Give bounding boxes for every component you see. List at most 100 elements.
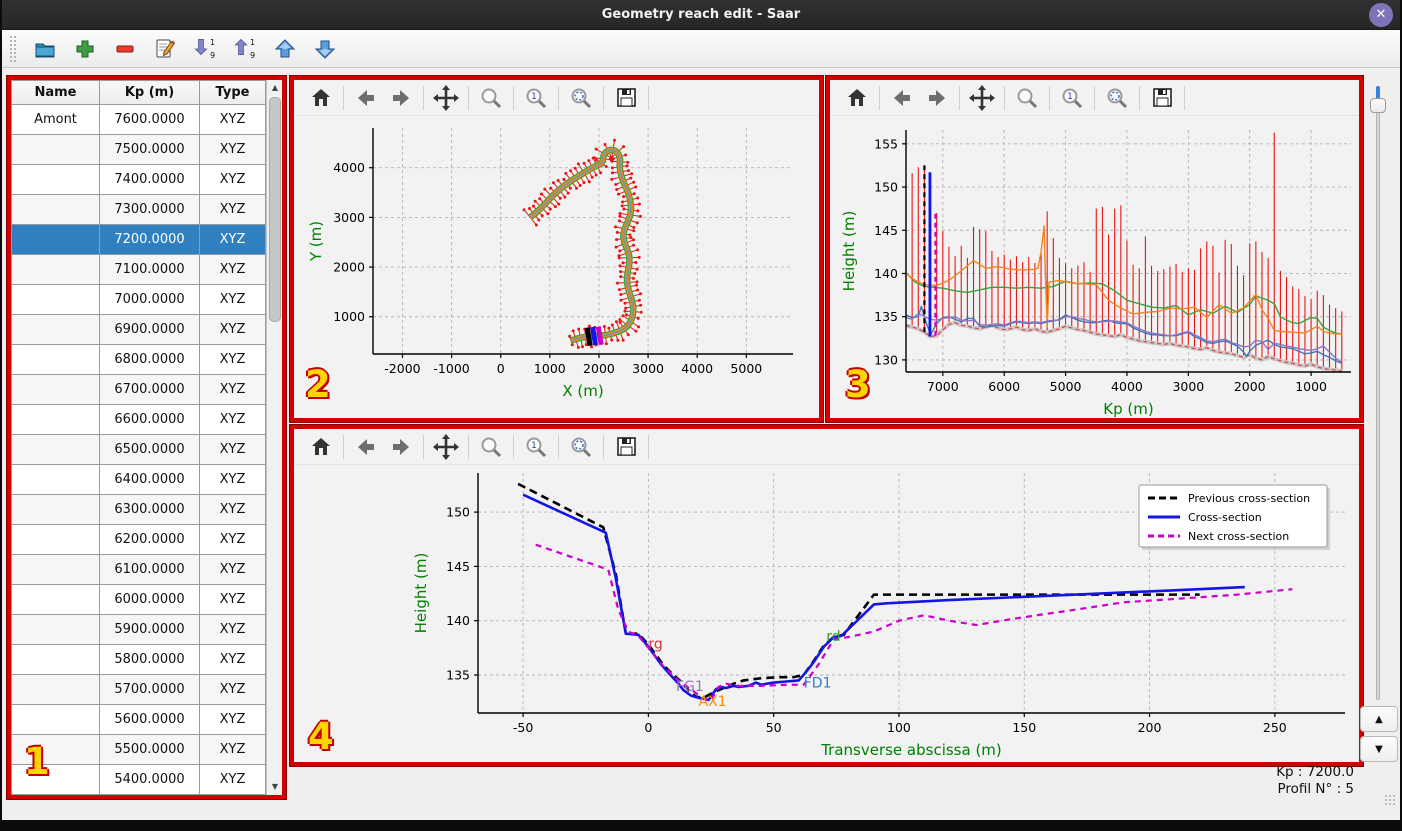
toolbar-separator: [513, 85, 514, 110]
pan-icon[interactable]: [433, 433, 459, 460]
table-row[interactable]: 6500.0000 XYZ: [11, 434, 266, 465]
back-icon[interactable]: [353, 85, 379, 111]
svg-text:FG1: FG1: [676, 679, 704, 695]
toolbar-separator: [648, 434, 649, 459]
toolbar-separator: [558, 85, 559, 110]
forward-icon[interactable]: [924, 85, 950, 111]
toolbar-separator: [1184, 85, 1185, 110]
profile-down-button[interactable]: ▼: [1360, 736, 1398, 762]
back-icon[interactable]: [353, 434, 379, 460]
zoom-icon[interactable]: [478, 434, 504, 460]
svg-text:2000: 2000: [1234, 379, 1266, 394]
kp-profile-plot[interactable]: 7000 6000 5000 4000 3000 2000 1000 130 135 140 145…: [830, 116, 1359, 418]
sort-ascending-icon[interactable]: 19: [232, 36, 258, 62]
status-kp: Kp : 7200.0: [1276, 764, 1354, 780]
svg-text:150: 150: [874, 180, 898, 195]
scrollbar-thumb[interactable]: [269, 97, 281, 322]
svg-text:4000: 4000: [1111, 379, 1143, 394]
profile-up-button[interactable]: ▲: [1360, 706, 1398, 732]
open-folder-icon[interactable]: [32, 36, 58, 62]
slider-handle[interactable]: [1370, 98, 1386, 113]
save-icon[interactable]: [613, 434, 639, 460]
table-row[interactable]: 7500.0000 XYZ: [11, 134, 266, 165]
table-row[interactable]: 5700.0000 XYZ: [11, 674, 266, 705]
svg-text:2000: 2000: [333, 260, 365, 275]
toolbar-separator: [343, 434, 344, 459]
home-icon[interactable]: [844, 85, 870, 111]
slider-groove[interactable]: [1376, 86, 1380, 700]
table-row[interactable]: 7200.0000 XYZ: [11, 224, 266, 255]
cross-section-plot-panel: 1 rg FG1 AX1 FD1 rd Previous cross-section Cro…: [289, 424, 1364, 767]
home-icon[interactable]: [308, 434, 334, 460]
table-row[interactable]: 5600.0000 XYZ: [11, 704, 266, 735]
home-icon[interactable]: [308, 85, 334, 111]
toolbar-separator: [603, 434, 604, 459]
toolbar-separator: [558, 434, 559, 459]
table-row[interactable]: 6200.0000 XYZ: [11, 524, 266, 555]
table-row[interactable]: 6800.0000 XYZ: [11, 344, 266, 375]
svg-text:130: 130: [874, 352, 898, 367]
remove-icon[interactable]: [112, 36, 138, 62]
cross-section-plot[interactable]: rg FG1 AX1 FD1 rd Previous cross-section Cross…: [294, 465, 1359, 762]
close-icon[interactable]: ✕: [1369, 3, 1393, 27]
column-header-type[interactable]: Type: [199, 80, 266, 105]
svg-text:1: 1: [531, 92, 537, 102]
svg-text:rd: rd: [826, 629, 840, 645]
scroll-down-icon[interactable]: ▼: [268, 780, 282, 794]
status-profile-number: Profil N° : 5: [1277, 781, 1354, 797]
svg-text:1: 1: [210, 38, 215, 47]
cross-section-table[interactable]: Name Kp (m) Type Amont 7600.0000 XYZ 7500.0…: [11, 80, 266, 795]
zoom-icon[interactable]: [1014, 85, 1040, 111]
svg-text:9: 9: [250, 51, 255, 60]
table-row[interactable]: 6700.0000 XYZ: [11, 374, 266, 405]
toolbar-grip-icon[interactable]: [10, 35, 16, 62]
reach-map-plot[interactable]: -2000 -1000 0 1000 2000 3000 4000 5000 1000 2000 3…: [294, 116, 819, 418]
table-row[interactable]: 5300.0000XYZ: [11, 794, 266, 795]
forward-icon[interactable]: [388, 434, 414, 460]
table-row[interactable]: 7000.0000 XYZ: [11, 284, 266, 315]
save-icon[interactable]: [613, 85, 639, 111]
svg-text:155: 155: [874, 136, 898, 151]
pan-icon[interactable]: [433, 84, 459, 111]
svg-text:1000: 1000: [333, 309, 365, 324]
edit-icon[interactable]: [152, 36, 178, 62]
table-row[interactable]: 6300.0000 XYZ: [11, 494, 266, 525]
table-row[interactable]: 6100.0000 XYZ: [11, 554, 266, 585]
table-row[interactable]: 6400.0000 XYZ: [11, 464, 266, 495]
move-down-icon[interactable]: [312, 36, 338, 62]
svg-text:1: 1: [1067, 92, 1073, 102]
table-row[interactable]: 7300.0000 XYZ: [11, 194, 266, 225]
table-scrollbar[interactable]: ▲ ▼: [266, 80, 282, 795]
table-viewport: Name Kp (m) Type Amont 7600.0000 XYZ 7500.0…: [11, 80, 266, 795]
zoom-icon[interactable]: [478, 85, 504, 111]
table-row[interactable]: 6600.0000 XYZ: [11, 404, 266, 435]
table-row[interactable]: 7100.0000 XYZ: [11, 254, 266, 285]
zoom-selection-icon[interactable]: [568, 85, 594, 111]
save-icon[interactable]: [1149, 85, 1175, 111]
table-row[interactable]: 6900.0000 XYZ: [11, 314, 266, 345]
add-icon[interactable]: [72, 36, 98, 62]
table-row[interactable]: 5800.0000 XYZ: [11, 644, 266, 675]
table-row[interactable]: Amont 7600.0000 XYZ: [11, 104, 266, 135]
column-header-kp[interactable]: Kp (m): [99, 80, 200, 105]
svg-text:140: 140: [446, 613, 470, 628]
scroll-up-icon[interactable]: ▲: [268, 81, 282, 95]
sort-descending-icon[interactable]: 19: [192, 36, 218, 62]
forward-icon[interactable]: [388, 85, 414, 111]
zoom-one-icon[interactable]: 1: [523, 434, 549, 460]
table-row[interactable]: 5900.0000 XYZ: [11, 614, 266, 645]
pan-icon[interactable]: [969, 84, 995, 111]
zoom-one-icon[interactable]: 1: [1059, 85, 1085, 111]
back-icon[interactable]: [889, 85, 915, 111]
profile-position-slider[interactable]: [1370, 86, 1386, 700]
zoom-selection-icon[interactable]: [568, 434, 594, 460]
zoom-one-icon[interactable]: 1: [523, 85, 549, 111]
zoom-selection-icon[interactable]: [1104, 85, 1130, 111]
column-header-name[interactable]: Name: [11, 80, 100, 105]
resize-grip[interactable]: [1384, 794, 1396, 806]
svg-text:Height (m): Height (m): [840, 211, 858, 292]
move-up-icon[interactable]: [272, 36, 298, 62]
table-row[interactable]: 7400.0000 XYZ: [11, 164, 266, 195]
table-row[interactable]: 6000.0000 XYZ: [11, 584, 266, 615]
profile-plot-toolbar: 1: [830, 80, 1359, 116]
